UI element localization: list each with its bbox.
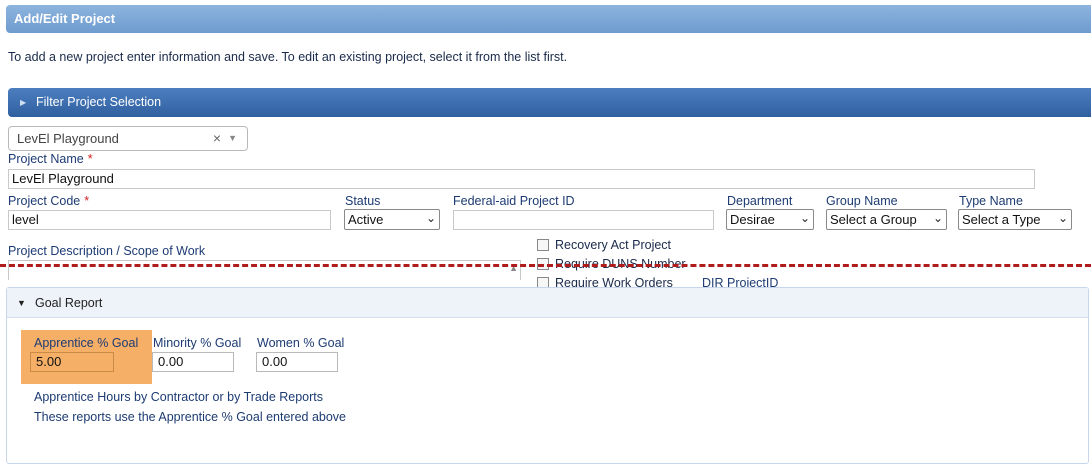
filter-project-selection-toggle[interactable]: ▶ Filter Project Selection xyxy=(8,88,1091,117)
dir-project-id-label: DIR ProjectID xyxy=(702,276,779,287)
collapse-triangle-icon: ▼ xyxy=(17,298,26,308)
chevron-down-icon: ⌄ xyxy=(425,211,436,225)
page-title-bar: Add/Edit Project xyxy=(6,5,1091,33)
checkbox-require-work-orders[interactable]: Require Work Orders xyxy=(537,276,673,287)
chevron-down-icon: ⌄ xyxy=(932,211,943,225)
chevron-down-icon: ⌄ xyxy=(1057,211,1068,225)
checkbox-box[interactable] xyxy=(537,277,549,287)
group-name-select[interactable]: Select a Group ⌄ xyxy=(826,209,947,230)
federal-aid-id-field[interactable] xyxy=(453,210,714,230)
minority-goal-label: Minority % Goal xyxy=(153,336,242,350)
minority-goal-field[interactable]: 0.00 xyxy=(152,352,234,372)
goal-report-header[interactable]: ▼ Goal Report xyxy=(7,288,1088,318)
description-textarea[interactable]: ▲ xyxy=(8,260,521,280)
description-label: Project Description / Scope of Work xyxy=(8,244,206,258)
project-select-combo[interactable]: LevEl Playground × ▼ xyxy=(8,126,248,151)
project-code-field[interactable]: level xyxy=(8,210,331,230)
chevron-down-icon: ⌄ xyxy=(799,211,810,225)
project-name-field[interactable]: LevEl Playground xyxy=(8,169,1035,189)
federal-aid-id-label: Federal-aid Project ID xyxy=(453,194,575,208)
type-name-label: Type Name xyxy=(959,194,1023,208)
apprentice-goal-label: Apprentice % Goal xyxy=(34,336,139,350)
chevron-down-icon[interactable]: ▼ xyxy=(228,127,237,150)
apprentice-goal-field[interactable]: 5.00 xyxy=(30,352,114,372)
type-name-select[interactable]: Select a Type ⌄ xyxy=(958,209,1072,230)
status-label: Status xyxy=(345,194,381,208)
cut-line-divider xyxy=(0,264,1091,267)
page-title: Add/Edit Project xyxy=(14,11,116,26)
status-select[interactable]: Active ⌄ xyxy=(344,209,440,230)
intro-text: To add a new project enter information a… xyxy=(8,50,568,64)
department-label: Department xyxy=(727,194,793,208)
filter-label: Filter Project Selection xyxy=(36,95,162,109)
group-name-label: Group Name xyxy=(826,194,898,208)
project-code-label: Project Code * xyxy=(8,194,90,208)
checkbox-recovery-act[interactable]: Recovery Act Project xyxy=(537,238,671,252)
clear-icon[interactable]: × xyxy=(213,127,221,150)
required-marker: * xyxy=(84,194,90,208)
women-goal-field[interactable]: 0.00 xyxy=(256,352,338,372)
goal-report-title: Goal Report xyxy=(35,296,103,310)
goal-report-panel: ▼ Goal Report xyxy=(6,287,1089,464)
project-name-label: Project Name * xyxy=(8,152,93,166)
required-marker: * xyxy=(87,152,93,166)
goal-note-line2: These reports use the Apprentice % Goal … xyxy=(34,410,346,424)
expand-triangle-icon: ▶ xyxy=(20,98,27,107)
goal-note-line1: Apprentice Hours by Contractor or by Tra… xyxy=(34,390,324,404)
department-select[interactable]: Desirae ⌄ xyxy=(726,209,814,230)
women-goal-label: Women % Goal xyxy=(257,336,345,350)
project-select-value: LevEl Playground xyxy=(17,131,119,146)
checkbox-box[interactable] xyxy=(537,239,549,251)
